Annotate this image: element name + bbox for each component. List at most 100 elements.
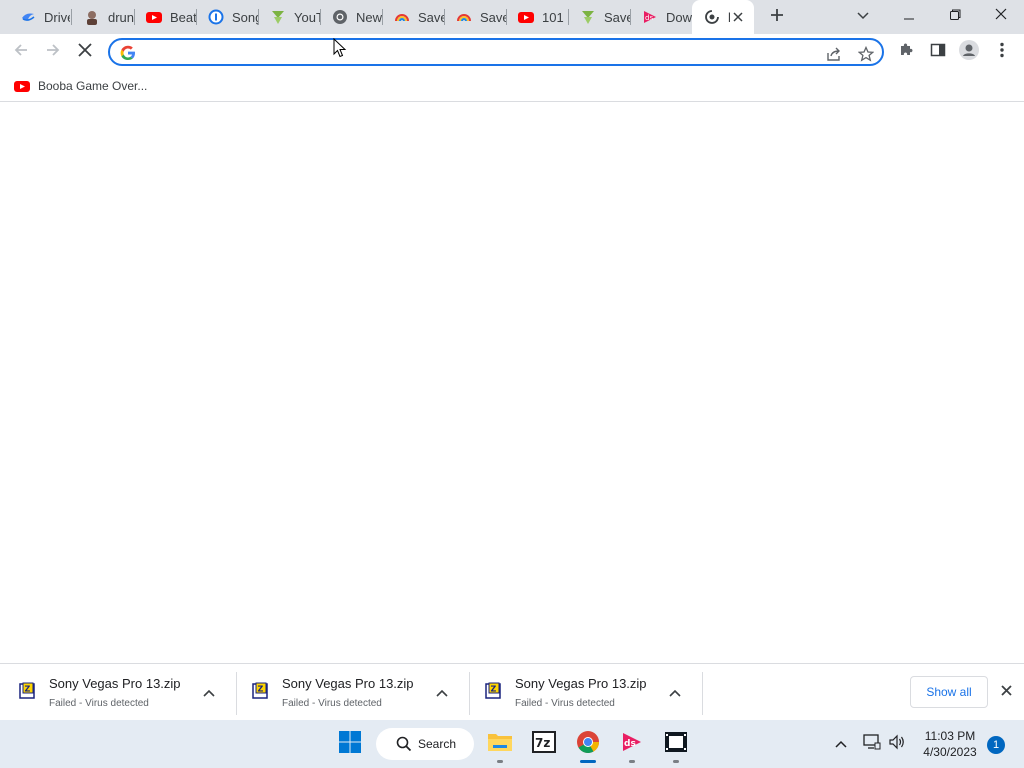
tab-search-button[interactable]: [840, 0, 886, 32]
tab-101[interactable]: 101: [506, 0, 568, 34]
ds-icon: ds: [642, 9, 658, 25]
tab-save-3[interactable]: Save: [568, 0, 630, 34]
download-item[interactable]: Z Sony Vegas Pro 13.zip Failed - Virus d…: [233, 664, 466, 721]
drive-icon: [20, 9, 36, 25]
windows-taskbar: Search 7z ds 11:03 PM 4/30/2023 1: [0, 720, 1024, 768]
toolbar: [0, 34, 1024, 70]
plus-icon: [770, 8, 784, 27]
side-panel-icon: [930, 42, 946, 63]
minimize-button[interactable]: [886, 0, 932, 32]
back-arrow-icon: [13, 42, 29, 63]
folder-icon: [487, 731, 513, 758]
speaker-icon: [888, 734, 906, 755]
back-button[interactable]: [6, 37, 36, 67]
show-all-button[interactable]: Show all: [910, 676, 988, 708]
rainbow-icon: [456, 9, 472, 25]
svg-text:Z: Z: [491, 685, 497, 694]
share-icon[interactable]: [824, 44, 844, 64]
tab-new[interactable]: New: [320, 0, 382, 34]
chevron-down-icon: [857, 7, 869, 25]
tab-label: Beat: [170, 9, 196, 25]
clock-date: 4/30/2023: [923, 745, 977, 759]
address-bar[interactable]: [108, 38, 884, 66]
forward-arrow-icon: [45, 42, 61, 63]
puzzle-icon: [898, 42, 914, 63]
mouse-cursor-icon: [333, 37, 347, 58]
system-clock[interactable]: 11:03 PM 4/30/2023: [912, 728, 988, 760]
tab-youtube-downloader[interactable]: YouT: [258, 0, 320, 34]
svg-text:Z: Z: [25, 685, 31, 694]
bookmark-star-icon[interactable]: [856, 44, 876, 64]
download-divider: [702, 672, 703, 715]
notification-badge[interactable]: 1: [987, 736, 1005, 754]
download-item[interactable]: Z Sony Vegas Pro 13.zip Failed - Virus d…: [0, 664, 233, 721]
menu-button[interactable]: [988, 38, 1016, 66]
tab-save-1[interactable]: Save: [382, 0, 444, 34]
rainbow-icon: [394, 9, 410, 25]
windows-logo-icon: [339, 730, 361, 758]
new-tab-button[interactable]: [764, 5, 790, 29]
chevron-up-icon: [835, 735, 847, 753]
ds-icon: ds: [621, 731, 643, 758]
tab-label: drunk: [108, 9, 134, 25]
restore-icon: [949, 7, 961, 25]
bookmarks-bar: Booba Game Over...: [0, 70, 1024, 102]
close-shelf-button[interactable]: [996, 682, 1016, 702]
network-status[interactable]: [861, 732, 883, 756]
chrome-icon: [332, 9, 348, 25]
tab-song[interactable]: Song: [196, 0, 258, 34]
search-label: Search: [418, 737, 457, 751]
tab-label: Save: [480, 9, 506, 25]
volume-control[interactable]: [886, 732, 908, 756]
taskbar-search[interactable]: Search: [376, 728, 474, 760]
taskbar-7zip[interactable]: 7z: [526, 726, 562, 762]
tab-label: Drive: [44, 9, 70, 25]
download-filename: Sony Vegas Pro 13.zip: [282, 676, 414, 691]
taskbar-file-explorer[interactable]: [482, 726, 518, 763]
tab-beat[interactable]: Beat: [134, 0, 196, 34]
chevron-up-icon[interactable]: [433, 684, 451, 702]
youtube-icon: [14, 78, 30, 94]
google-g-icon: [120, 45, 136, 61]
tray-overflow-button[interactable]: [830, 732, 852, 756]
running-indicator: [673, 760, 679, 763]
close-icon: [1000, 683, 1012, 701]
youtube-icon: [146, 9, 162, 25]
taskbar-ds-app[interactable]: ds: [614, 726, 650, 763]
download-item[interactable]: Z Sony Vegas Pro 13.zip Failed - Virus d…: [466, 664, 699, 721]
stop-icon: [78, 42, 92, 62]
zip-file-icon: Z: [18, 682, 36, 700]
kebab-menu-icon: [1000, 42, 1004, 63]
download-status: Failed - Virus detected: [49, 698, 149, 709]
tab-close-icon[interactable]: [730, 9, 746, 25]
close-window-button[interactable]: [978, 0, 1024, 32]
download-arrow-icon: [270, 9, 286, 25]
start-button[interactable]: [332, 726, 368, 762]
restore-button[interactable]: [932, 0, 978, 32]
side-panel-button[interactable]: [924, 38, 952, 66]
tab-save-2[interactable]: Save: [444, 0, 506, 34]
download-status: Failed - Virus detected: [515, 698, 615, 709]
profile-button[interactable]: [955, 38, 983, 66]
tab-active[interactable]: l: [692, 0, 754, 34]
bookmark-item[interactable]: Booba Game Over...: [10, 75, 151, 97]
stop-loading-button[interactable]: [70, 37, 100, 67]
taskbar-video-app[interactable]: [658, 726, 694, 763]
zip-file-icon: Z: [484, 682, 502, 700]
search-icon: [396, 736, 412, 752]
taskbar-chrome[interactable]: [570, 726, 606, 763]
avatar-icon: [84, 9, 100, 25]
tab-label: YouT: [294, 9, 320, 25]
tab-label: Save: [604, 9, 630, 25]
chevron-up-icon[interactable]: [666, 684, 684, 702]
extensions-button[interactable]: [892, 38, 920, 66]
chevron-up-icon[interactable]: [200, 684, 218, 702]
active-indicator: [580, 760, 596, 763]
close-icon: [995, 7, 1007, 25]
forward-button[interactable]: [38, 37, 68, 67]
tab-download[interactable]: ds Dow: [630, 0, 692, 34]
tab-drunk[interactable]: drunk: [72, 0, 134, 34]
tab-drive[interactable]: Drive: [8, 0, 70, 34]
address-input[interactable]: [148, 43, 808, 63]
seven-zip-icon: 7z: [532, 730, 556, 758]
